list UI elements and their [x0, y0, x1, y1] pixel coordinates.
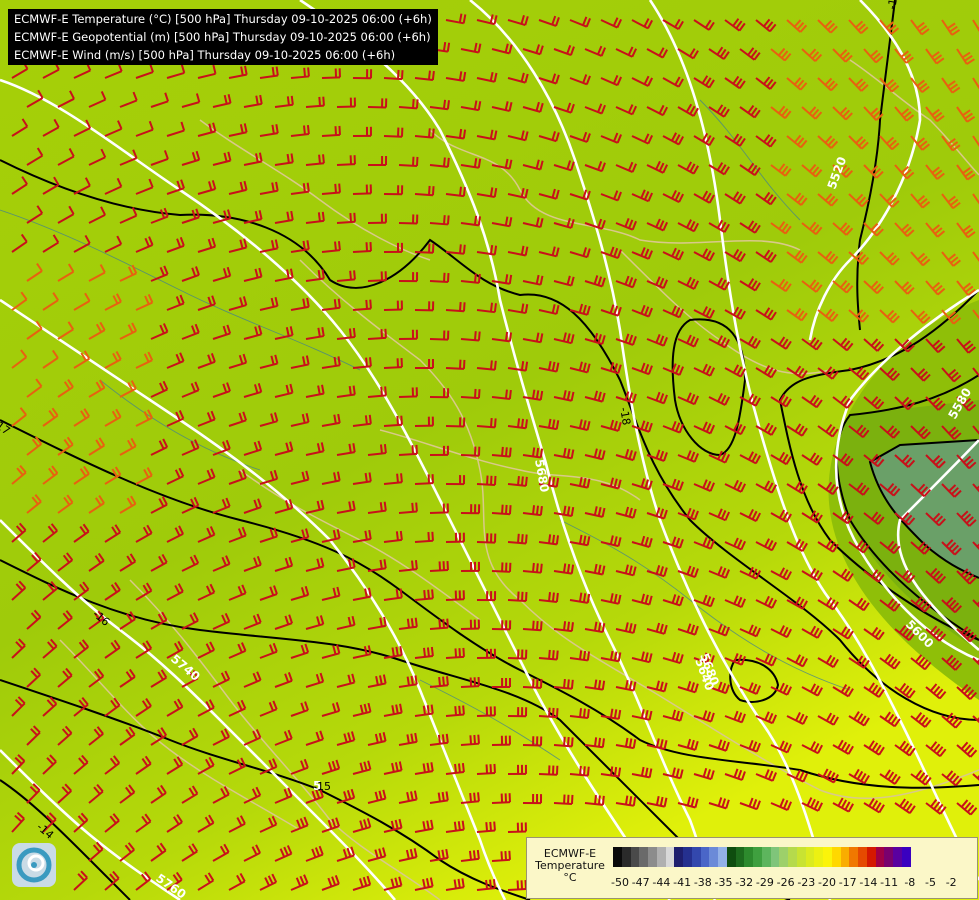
- legend-swatch: [866, 847, 876, 867]
- legend-swatch: [770, 847, 780, 867]
- legend-swatch: [901, 847, 911, 867]
- legend-swatch: [709, 847, 718, 867]
- legend-title: ECMWF-E Temperature °C: [531, 848, 609, 884]
- legend-swatch: [893, 847, 902, 867]
- legend-tick-label: -8: [904, 876, 916, 889]
- legend-tick-label: -5: [925, 876, 936, 889]
- legend-swatch: [744, 847, 753, 867]
- legend-title-line-3: °C: [563, 871, 577, 884]
- title-wind: ECMWF-E Wind (m/s) [500 hPa] Thursday 09…: [14, 48, 396, 62]
- legend-swatch: [735, 847, 745, 867]
- isotherm-label: -15: [313, 780, 331, 793]
- map-title-box: ECMWF-E Temperature (°C) [500 hPa] Thurs…: [8, 9, 438, 65]
- legend-tick-label: -11: [880, 876, 899, 889]
- legend-swatch: [674, 847, 683, 867]
- legend-swatch: [639, 847, 648, 867]
- title-geopotential: ECMWF-E Geopotential (m) [500 hPa] Thurs…: [14, 30, 431, 44]
- legend-tick-label: -50: [611, 876, 629, 889]
- legend-swatch: [875, 847, 885, 867]
- legend-swatch: [665, 847, 675, 867]
- legend-swatch: [805, 847, 815, 867]
- legend-swatch: [630, 847, 640, 867]
- legend-swatch: [814, 847, 823, 867]
- legend-swatch: [831, 847, 841, 867]
- legend-swatch: [779, 847, 788, 867]
- legend-tick-label: -26: [776, 876, 795, 889]
- legend-swatch: [761, 847, 771, 867]
- legend-tick-label: -23: [797, 876, 816, 889]
- legend-ticks: -50 -47 -44 -41 -38 -35 -32 -29 -26 -23 -20 -17 -14-…: [609, 876, 969, 890]
- legend-swatch: [621, 847, 631, 867]
- legend-tick-label: -20: [818, 876, 836, 889]
- legend-swatch: [656, 847, 666, 867]
- legend-swatch: [691, 847, 701, 867]
- legend-tick-label: -2: [945, 876, 957, 889]
- legend-tick-label: -29: [755, 876, 774, 889]
- logo-swirl-icon: [16, 847, 52, 883]
- legend-swatch: [718, 847, 727, 867]
- legend-swatch: [726, 847, 736, 867]
- legend-swatch: [884, 847, 893, 867]
- legend-swatch: [683, 847, 692, 867]
- legend-tick-label: -41: [673, 876, 692, 889]
- legend-swatch: [840, 847, 850, 867]
- legend-tick-label: -32: [735, 876, 754, 889]
- legend-swatch: [858, 847, 867, 867]
- legend-swatch: [788, 847, 797, 867]
- legend-swatch: [849, 847, 858, 867]
- legend-tick-label: -17: [838, 876, 857, 889]
- temperature-legend: ECMWF-E Temperature °C -50 -47 -44 -41 -38 -3…: [526, 837, 978, 899]
- ecmwf-logo: [12, 843, 56, 887]
- legend-tick-label: -14: [859, 876, 878, 889]
- legend-swatch: [613, 847, 622, 867]
- legend-swatch: [796, 847, 806, 867]
- weather-map: 552055805600564056805680574057605-18-18-…: [0, 0, 979, 900]
- legend-swatch: [823, 847, 832, 867]
- legend-tick-label: -38: [693, 876, 712, 889]
- legend-tick-label: -35: [714, 876, 733, 889]
- legend-tick-label: -47: [631, 876, 650, 889]
- legend-swatch: [648, 847, 657, 867]
- legend-tick-label: -44: [652, 876, 671, 889]
- legend-color-bar: [613, 847, 911, 867]
- legend-swatch: [700, 847, 710, 867]
- legend-swatch: [753, 847, 762, 867]
- title-temperature: ECMWF-E Temperature (°C) [500 hPa] Thurs…: [14, 12, 432, 26]
